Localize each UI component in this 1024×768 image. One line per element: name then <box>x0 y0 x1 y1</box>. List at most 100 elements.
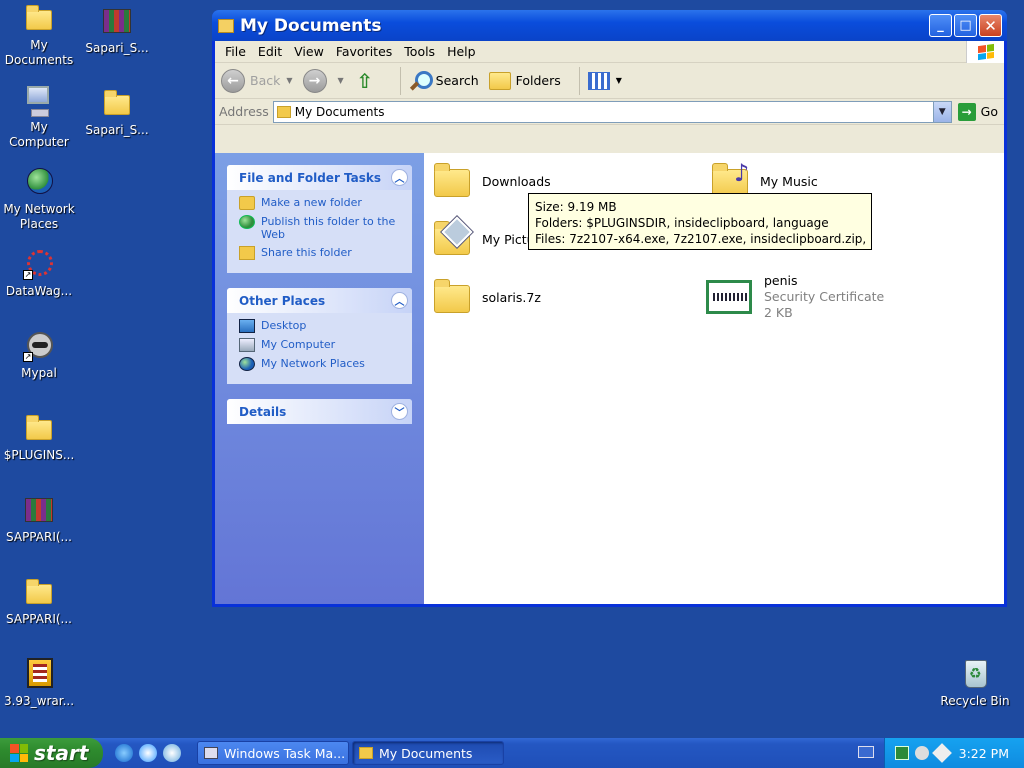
publish-web-icon <box>239 215 255 229</box>
address-label: Address <box>219 104 269 119</box>
chevron-down-icon[interactable]: ▼ <box>286 76 292 85</box>
folder-icon <box>23 412 55 444</box>
raccoon-icon: ↗ <box>23 330 55 362</box>
menu-help[interactable]: Help <box>441 44 482 59</box>
share-folder-icon <box>239 246 255 260</box>
desktop-icon-winrar-installer[interactable]: 3.93_wrar... <box>0 658 78 709</box>
quick-launch <box>115 744 187 762</box>
clock[interactable]: 3:22 PM <box>959 746 1009 761</box>
tray-app-icon[interactable] <box>895 746 909 760</box>
panel-header[interactable]: Details ﹀ <box>227 399 412 424</box>
network-icon[interactable] <box>915 746 929 760</box>
up-folder-button[interactable]: ⇧ <box>354 69 382 93</box>
task-manager-icon <box>204 747 218 759</box>
desktop-icon <box>239 319 255 333</box>
search-button[interactable]: Search <box>409 70 479 92</box>
desktop-icon-datawag[interactable]: ↗ DataWag... <box>0 248 78 299</box>
menu-favorites[interactable]: Favorites <box>330 44 398 59</box>
place-my-network-places[interactable]: My Network Places <box>239 357 402 371</box>
toolbar-separator <box>578 66 580 95</box>
start-button[interactable]: start <box>0 738 103 768</box>
my-documents-icon <box>23 2 55 34</box>
taskbar-button-my-documents[interactable]: My Documents <box>352 741 504 765</box>
menu-view[interactable]: View <box>288 44 330 59</box>
views-button[interactable]: ▼ <box>587 71 622 90</box>
desktop-icon-recycle-bin[interactable]: Recycle Bin <box>936 658 1014 709</box>
place-my-computer[interactable]: My Computer <box>239 338 402 352</box>
hardware-icon[interactable] <box>932 743 952 763</box>
go-button[interactable]: → Go <box>957 102 998 121</box>
views-icon <box>587 71 610 90</box>
search-icon <box>409 70 433 92</box>
keyboard-language-icon[interactable] <box>858 746 874 758</box>
datawag-icon: ↗ <box>23 248 55 280</box>
back-button[interactable]: ← Back ▼ <box>221 68 293 93</box>
folder-icon <box>359 747 373 759</box>
winrar-archive-icon <box>23 494 55 526</box>
back-arrow-icon: ← <box>221 68 245 93</box>
file-item-solaris-7z[interactable]: solaris.7z <box>432 277 541 319</box>
system-tray: 3:22 PM <box>884 738 1024 768</box>
folder-icon <box>432 277 474 319</box>
desktop-icon-my-network-places[interactable]: My Network Places <box>0 166 78 232</box>
details-panel: Details ﹀ <box>227 399 412 424</box>
computer-icon <box>23 84 55 117</box>
file-item-certificate[interactable]: penis Security Certificate 2 KB <box>706 273 884 321</box>
chevron-down-icon[interactable]: ▼ <box>338 76 344 85</box>
toolbar-separator <box>399 66 401 95</box>
media-player-icon[interactable] <box>163 744 181 762</box>
desktop-icon-pluginsdir[interactable]: $PLUGINS... <box>0 412 78 463</box>
forward-arrow-icon: → <box>302 68 327 93</box>
address-input[interactable]: My Documents ▼ <box>272 100 952 123</box>
menu-bar: File Edit View Favorites Tools Help <box>215 41 1004 63</box>
chevron-up-icon[interactable]: ︿ <box>391 169 408 186</box>
winrar-installer-icon <box>23 658 55 690</box>
certificate-icon <box>706 276 756 318</box>
winrar-archive-icon <box>101 5 133 37</box>
folder-icon <box>432 161 474 203</box>
desktop-icon-sappari-rar[interactable]: SAPPARI(... <box>0 494 78 545</box>
file-item-my-pictures[interactable]: My Pictu <box>432 216 535 261</box>
desktop-icon-sapari-rar[interactable]: Sapari_S... <box>78 5 156 56</box>
desktop-icon-sapari-folder[interactable]: Sapari_S... <box>78 87 156 138</box>
address-dropdown-button[interactable]: ▼ <box>932 101 951 122</box>
menu-tools[interactable]: Tools <box>398 44 441 59</box>
internet-explorer-icon[interactable] <box>115 744 133 762</box>
chevron-up-icon[interactable]: ︿ <box>391 292 408 309</box>
place-desktop[interactable]: Desktop <box>239 319 402 333</box>
folder-icon <box>101 87 133 119</box>
minimize-button[interactable]: _ <box>929 14 952 37</box>
windows-logo-icon <box>966 41 1004 63</box>
network-globe-icon <box>23 166 55 198</box>
window-titlebar[interactable]: My Documents _ □ ✕ <box>212 10 1007 41</box>
desktop-icon-my-documents[interactable]: My Documents <box>0 2 78 68</box>
taskbar-button-task-manager[interactable]: Windows Task Ma... <box>197 741 349 765</box>
browser-icon[interactable] <box>139 744 157 762</box>
folder-icon <box>23 576 55 608</box>
file-name: penis <box>764 273 798 288</box>
desktop-icon-my-computer[interactable]: My Computer <box>0 84 78 150</box>
chevron-down-icon[interactable]: ﹀ <box>391 403 408 420</box>
file-type: Security Certificate <box>764 289 885 304</box>
folder-icon <box>276 105 291 118</box>
new-folder-icon <box>239 196 255 210</box>
task-publish-to-web[interactable]: Publish this folder to the Web <box>239 215 402 241</box>
menu-file[interactable]: File <box>219 44 252 59</box>
menu-edit[interactable]: Edit <box>252 44 288 59</box>
explorer-window: My Documents _ □ ✕ File Edit View Favori… <box>212 10 1007 607</box>
panel-header[interactable]: File and Folder Tasks ︿ <box>227 165 412 190</box>
up-folder-icon: ⇧ <box>356 68 374 93</box>
desktop-icon-sappari-folder[interactable]: SAPPARI(... <box>0 576 78 627</box>
desktop-icon-mypal[interactable]: ↗ Mypal <box>0 330 78 381</box>
task-share-folder[interactable]: Share this folder <box>239 246 402 260</box>
folder-info-tooltip: Size: 9.19 MB Folders: $PLUGINSDIR, insi… <box>528 193 872 250</box>
maximize-button[interactable]: □ <box>954 14 977 37</box>
toolbar: ← Back ▼ → ▼ ⇧ Search Folders ▼ <box>215 63 1004 99</box>
task-make-new-folder[interactable]: Make a new folder <box>239 196 402 210</box>
network-globe-icon <box>239 357 255 371</box>
folders-button[interactable]: Folders <box>488 71 561 90</box>
close-button[interactable]: ✕ <box>979 14 1002 37</box>
forward-button[interactable]: → ▼ <box>302 68 344 93</box>
chevron-down-icon: ▼ <box>615 76 622 85</box>
panel-header[interactable]: Other Places ︿ <box>227 288 412 313</box>
